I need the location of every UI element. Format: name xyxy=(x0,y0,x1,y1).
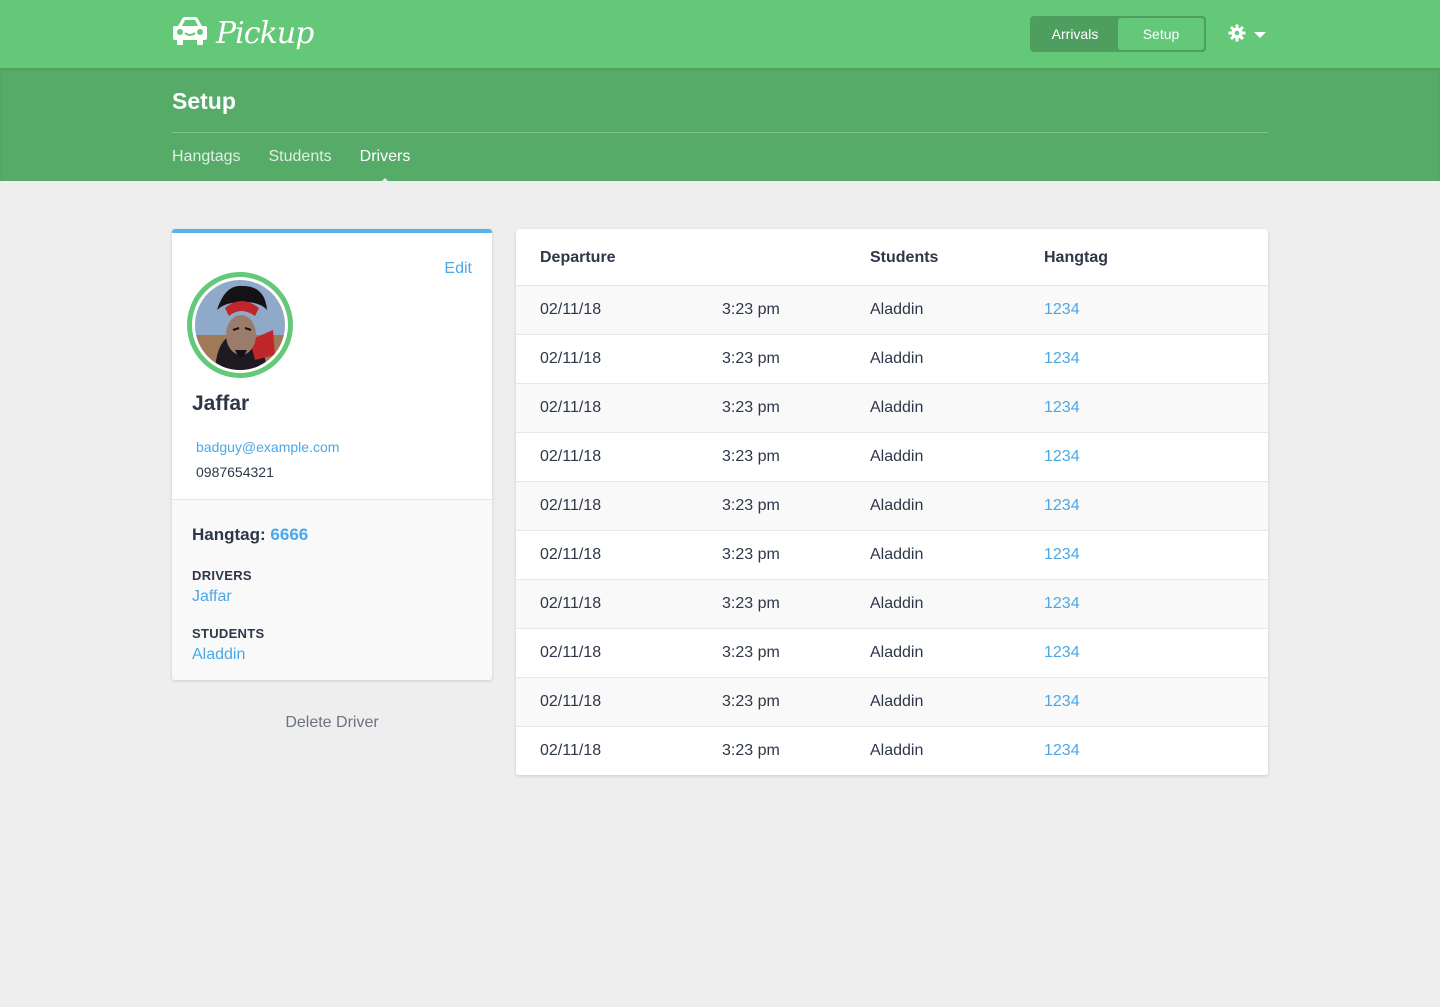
table-row: 02/11/18 3:23 pm Aladdin 1234 xyxy=(516,286,1268,335)
departure-date: 02/11/18 xyxy=(540,301,602,318)
departure-date: 02/11/18 xyxy=(540,644,602,661)
page-header: Setup Hangtags Students Drivers xyxy=(0,68,1440,184)
departure-date: 02/11/18 xyxy=(540,742,602,759)
drivers-value-link[interactable]: Jaffar xyxy=(192,588,232,606)
driver-details: Hangtag: 6666 DRIVERS Jaffar STUDENTS Al… xyxy=(172,499,492,680)
table-row: 02/11/18 3:23 pm Aladdin 1234 xyxy=(516,433,1268,482)
students-label: STUDENTS xyxy=(192,626,265,641)
edit-link[interactable]: Edit xyxy=(444,260,472,278)
departure-date: 02/11/18 xyxy=(540,399,602,416)
setup-tabs: Hangtags Students Drivers xyxy=(172,148,410,184)
departure-time: 3:23 pm xyxy=(722,301,780,318)
gear-icon xyxy=(1228,24,1246,47)
settings-menu[interactable] xyxy=(1228,24,1272,47)
hangtag-link[interactable]: 1234 xyxy=(1044,301,1080,319)
student-name: Aladdin xyxy=(870,742,924,759)
driver-photo xyxy=(195,280,285,370)
hangtag-link[interactable]: 1234 xyxy=(1044,448,1080,466)
tab-drivers[interactable]: Drivers xyxy=(360,148,410,184)
driver-email-link[interactable]: badguy@example.com xyxy=(196,439,339,455)
table-row: 02/11/18 3:23 pm Aladdin 1234 xyxy=(516,727,1268,775)
student-name: Aladdin xyxy=(870,595,924,612)
hangtag-link[interactable]: 1234 xyxy=(1044,693,1080,711)
table-row: 02/11/18 3:23 pm Aladdin 1234 xyxy=(516,678,1268,727)
hangtag-number-link[interactable]: 6666 xyxy=(270,525,308,544)
hangtag-link[interactable]: 1234 xyxy=(1044,497,1080,515)
table-body: 02/11/18 3:23 pm Aladdin 1234 02/11/18 3:23 … xyxy=(516,286,1268,775)
departure-time: 3:23 pm xyxy=(722,350,780,367)
departure-date: 02/11/18 xyxy=(540,497,602,514)
arrivals-button[interactable]: Arrivals xyxy=(1032,18,1118,50)
departure-date: 02/11/18 xyxy=(540,350,602,367)
driver-phone: 0987654321 xyxy=(196,464,274,480)
table-row: 02/11/18 3:23 pm Aladdin 1234 xyxy=(516,580,1268,629)
tab-hangtags[interactable]: Hangtags xyxy=(172,148,241,166)
view-toggle: Arrivals Setup xyxy=(1030,16,1206,52)
table-row: 02/11/18 3:23 pm Aladdin 1234 xyxy=(516,531,1268,580)
driver-name: Jaffar xyxy=(192,392,250,415)
table-row: 02/11/18 3:23 pm Aladdin 1234 xyxy=(516,482,1268,531)
column-header-departure: Departure xyxy=(540,249,616,266)
avatar xyxy=(187,272,293,378)
header-divider xyxy=(172,132,1268,133)
departure-time: 3:23 pm xyxy=(722,693,780,710)
column-header-students: Students xyxy=(870,249,939,266)
app-logo[interactable]: Pickup xyxy=(172,14,314,53)
students-value-link[interactable]: Aladdin xyxy=(192,646,245,664)
driver-card: Edit Jaffar badguy@example.com 098765432… xyxy=(172,229,492,680)
hangtag-link[interactable]: 1234 xyxy=(1044,595,1080,613)
departure-time: 3:23 pm xyxy=(722,595,780,612)
column-header-hangtag: Hangtag xyxy=(1044,249,1108,266)
chevron-down-icon xyxy=(1254,26,1266,44)
drivers-label: DRIVERS xyxy=(192,568,252,583)
student-name: Aladdin xyxy=(870,497,924,514)
departure-time: 3:23 pm xyxy=(722,497,780,514)
student-name: Aladdin xyxy=(870,448,924,465)
hangtag-line: Hangtag: 6666 xyxy=(192,525,308,545)
departure-date: 02/11/18 xyxy=(540,595,602,612)
table-header: Departure Students Hangtag xyxy=(516,229,1268,286)
departure-date: 02/11/18 xyxy=(540,448,602,465)
delete-driver-button[interactable]: Delete Driver xyxy=(172,714,492,732)
hangtag-link[interactable]: 1234 xyxy=(1044,546,1080,564)
car-icon xyxy=(172,14,208,53)
table-row: 02/11/18 3:23 pm Aladdin 1234 xyxy=(516,629,1268,678)
departure-time: 3:23 pm xyxy=(722,448,780,465)
departures-table: Departure Students Hangtag 02/11/18 3:23 … xyxy=(516,229,1268,775)
student-name: Aladdin xyxy=(870,693,924,710)
hangtag-link[interactable]: 1234 xyxy=(1044,742,1080,760)
brand-name: Pickup xyxy=(216,16,314,51)
hangtag-link[interactable]: 1234 xyxy=(1044,350,1080,368)
student-name: Aladdin xyxy=(870,399,924,416)
tab-students[interactable]: Students xyxy=(269,148,332,166)
departure-time: 3:23 pm xyxy=(722,399,780,416)
departure-time: 3:23 pm xyxy=(722,644,780,661)
student-name: Aladdin xyxy=(870,546,924,563)
table-row: 02/11/18 3:23 pm Aladdin 1234 xyxy=(516,384,1268,433)
departure-time: 3:23 pm xyxy=(722,742,780,759)
student-name: Aladdin xyxy=(870,301,924,318)
hangtag-label: Hangtag: xyxy=(192,525,266,544)
departure-date: 02/11/18 xyxy=(540,693,602,710)
departure-date: 02/11/18 xyxy=(540,546,602,563)
departure-time: 3:23 pm xyxy=(722,546,780,563)
table-row: 02/11/18 3:23 pm Aladdin 1234 xyxy=(516,335,1268,384)
hangtag-link[interactable]: 1234 xyxy=(1044,644,1080,662)
setup-button[interactable]: Setup xyxy=(1118,18,1204,50)
top-navbar: Pickup Arrivals Setup xyxy=(0,0,1440,68)
student-name: Aladdin xyxy=(870,644,924,661)
student-name: Aladdin xyxy=(870,350,924,367)
page-title: Setup xyxy=(172,88,236,114)
hangtag-link[interactable]: 1234 xyxy=(1044,399,1080,417)
